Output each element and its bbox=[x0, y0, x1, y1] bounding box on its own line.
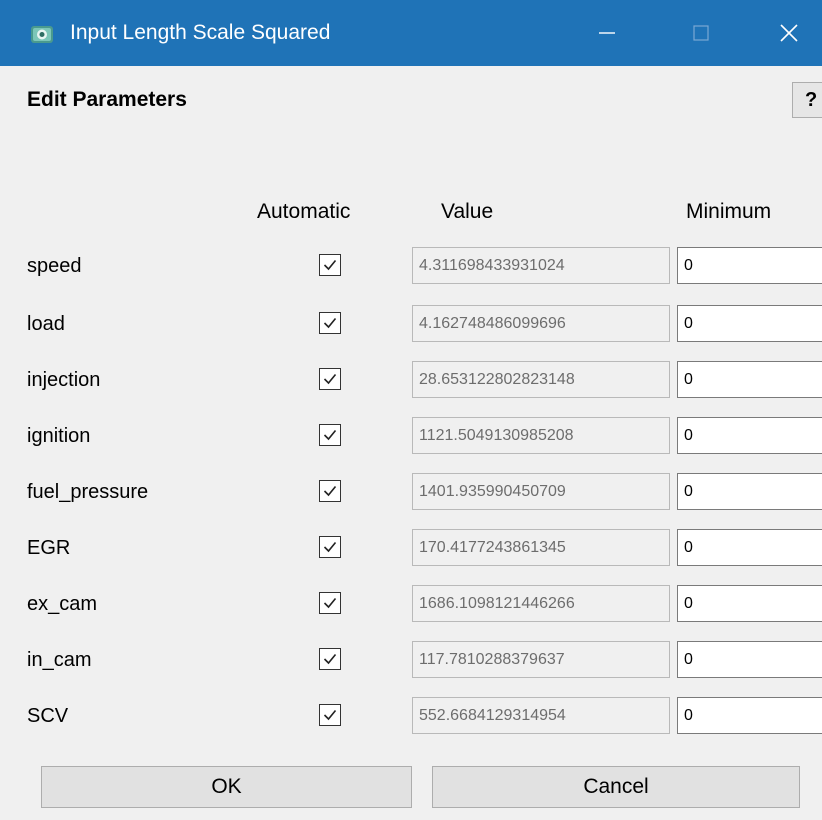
minimum-input[interactable]: 0 bbox=[677, 641, 822, 678]
parameter-name: speed bbox=[27, 255, 82, 277]
checkmark-icon bbox=[323, 709, 337, 721]
value-field: 4.311698433931024 bbox=[412, 247, 670, 284]
value-field: 4.162748486099696 bbox=[412, 305, 670, 342]
close-button[interactable] bbox=[760, 0, 818, 66]
automatic-checkbox[interactable] bbox=[319, 704, 341, 726]
value-field: 170.4177243861345 bbox=[412, 529, 670, 566]
parameter-name: load bbox=[27, 313, 65, 335]
cancel-button[interactable]: Cancel bbox=[432, 766, 800, 808]
edit-parameters-heading: Edit Parameters bbox=[27, 88, 187, 111]
minimum-input[interactable]: 0 bbox=[677, 305, 822, 342]
parameter-row-egr: EGR 170.4177243861345 0 bbox=[0, 528, 822, 568]
checkmark-icon bbox=[323, 653, 337, 665]
dialog-window: Input Length Scale Squared Edit Paramete… bbox=[0, 0, 822, 820]
column-header-automatic: Automatic bbox=[257, 200, 351, 223]
close-icon bbox=[780, 24, 798, 42]
parameter-name: SCV bbox=[27, 705, 69, 727]
parameter-name: in_cam bbox=[27, 649, 92, 671]
automatic-checkbox[interactable] bbox=[319, 368, 341, 390]
value-field: 1401.935990450709 bbox=[412, 473, 670, 510]
help-button[interactable]: ? bbox=[792, 82, 822, 118]
parameter-row-scv: SCV 552.6684129314954 0 bbox=[0, 696, 822, 736]
checkmark-icon bbox=[323, 317, 337, 329]
parameter-row-speed: speed 4.311698433931024 0 bbox=[0, 246, 822, 286]
parameter-name: EGR bbox=[27, 537, 71, 559]
parameter-name: ignition bbox=[27, 425, 91, 447]
parameter-row-in-cam: in_cam 117.7810288379637 0 bbox=[0, 640, 822, 680]
automatic-checkbox[interactable] bbox=[319, 424, 341, 446]
parameter-name: ex_cam bbox=[27, 593, 98, 615]
parameter-name: injection bbox=[27, 369, 101, 391]
checkmark-icon bbox=[323, 485, 337, 497]
minimize-icon bbox=[599, 32, 615, 34]
minimum-input[interactable]: 0 bbox=[677, 361, 822, 398]
minimum-input[interactable]: 0 bbox=[677, 417, 822, 454]
parameter-row-load: load 4.162748486099696 0 bbox=[0, 304, 822, 344]
value-field: 1121.5049130985208 bbox=[412, 417, 670, 454]
maximize-button[interactable] bbox=[672, 0, 730, 66]
checkmark-icon bbox=[323, 597, 337, 609]
checkmark-icon bbox=[323, 259, 337, 271]
parameter-row-injection: injection 28.653122802823148 0 bbox=[0, 360, 822, 400]
column-header-value: Value bbox=[441, 200, 494, 223]
window-title: Input Length Scale Squared bbox=[70, 21, 331, 44]
column-header-minimum: Minimum bbox=[686, 200, 772, 223]
checkmark-icon bbox=[323, 429, 337, 441]
minimum-input[interactable]: 0 bbox=[677, 529, 822, 566]
parameter-row-fuel-pressure: fuel_pressure 1401.935990450709 0 bbox=[0, 472, 822, 512]
automatic-checkbox[interactable] bbox=[319, 254, 341, 276]
ok-button[interactable]: OK bbox=[41, 766, 412, 808]
value-field: 28.653122802823148 bbox=[412, 361, 670, 398]
automatic-checkbox[interactable] bbox=[319, 536, 341, 558]
maximize-icon bbox=[693, 25, 709, 41]
minimum-input[interactable]: 0 bbox=[677, 473, 822, 510]
minimum-input[interactable]: 0 bbox=[677, 247, 822, 284]
automatic-checkbox[interactable] bbox=[319, 592, 341, 614]
minimum-input[interactable]: 0 bbox=[677, 697, 822, 734]
value-field: 117.7810288379637 bbox=[412, 641, 670, 678]
checkmark-icon bbox=[323, 373, 337, 385]
parameter-row-ex-cam: ex_cam 1686.1098121446266 0 bbox=[0, 584, 822, 624]
parameter-name: fuel_pressure bbox=[27, 481, 149, 503]
value-field: 1686.1098121446266 bbox=[412, 585, 670, 622]
parameter-row-ignition: ignition 1121.5049130985208 0 bbox=[0, 416, 822, 456]
automatic-checkbox[interactable] bbox=[319, 480, 341, 502]
value-field: 552.6684129314954 bbox=[412, 697, 670, 734]
minimize-button[interactable] bbox=[578, 0, 636, 66]
automatic-checkbox[interactable] bbox=[319, 312, 341, 334]
minimum-input[interactable]: 0 bbox=[677, 585, 822, 622]
automatic-checkbox[interactable] bbox=[319, 648, 341, 670]
title-bar[interactable]: Input Length Scale Squared bbox=[0, 0, 822, 66]
app-icon bbox=[30, 22, 54, 46]
checkmark-icon bbox=[323, 541, 337, 553]
